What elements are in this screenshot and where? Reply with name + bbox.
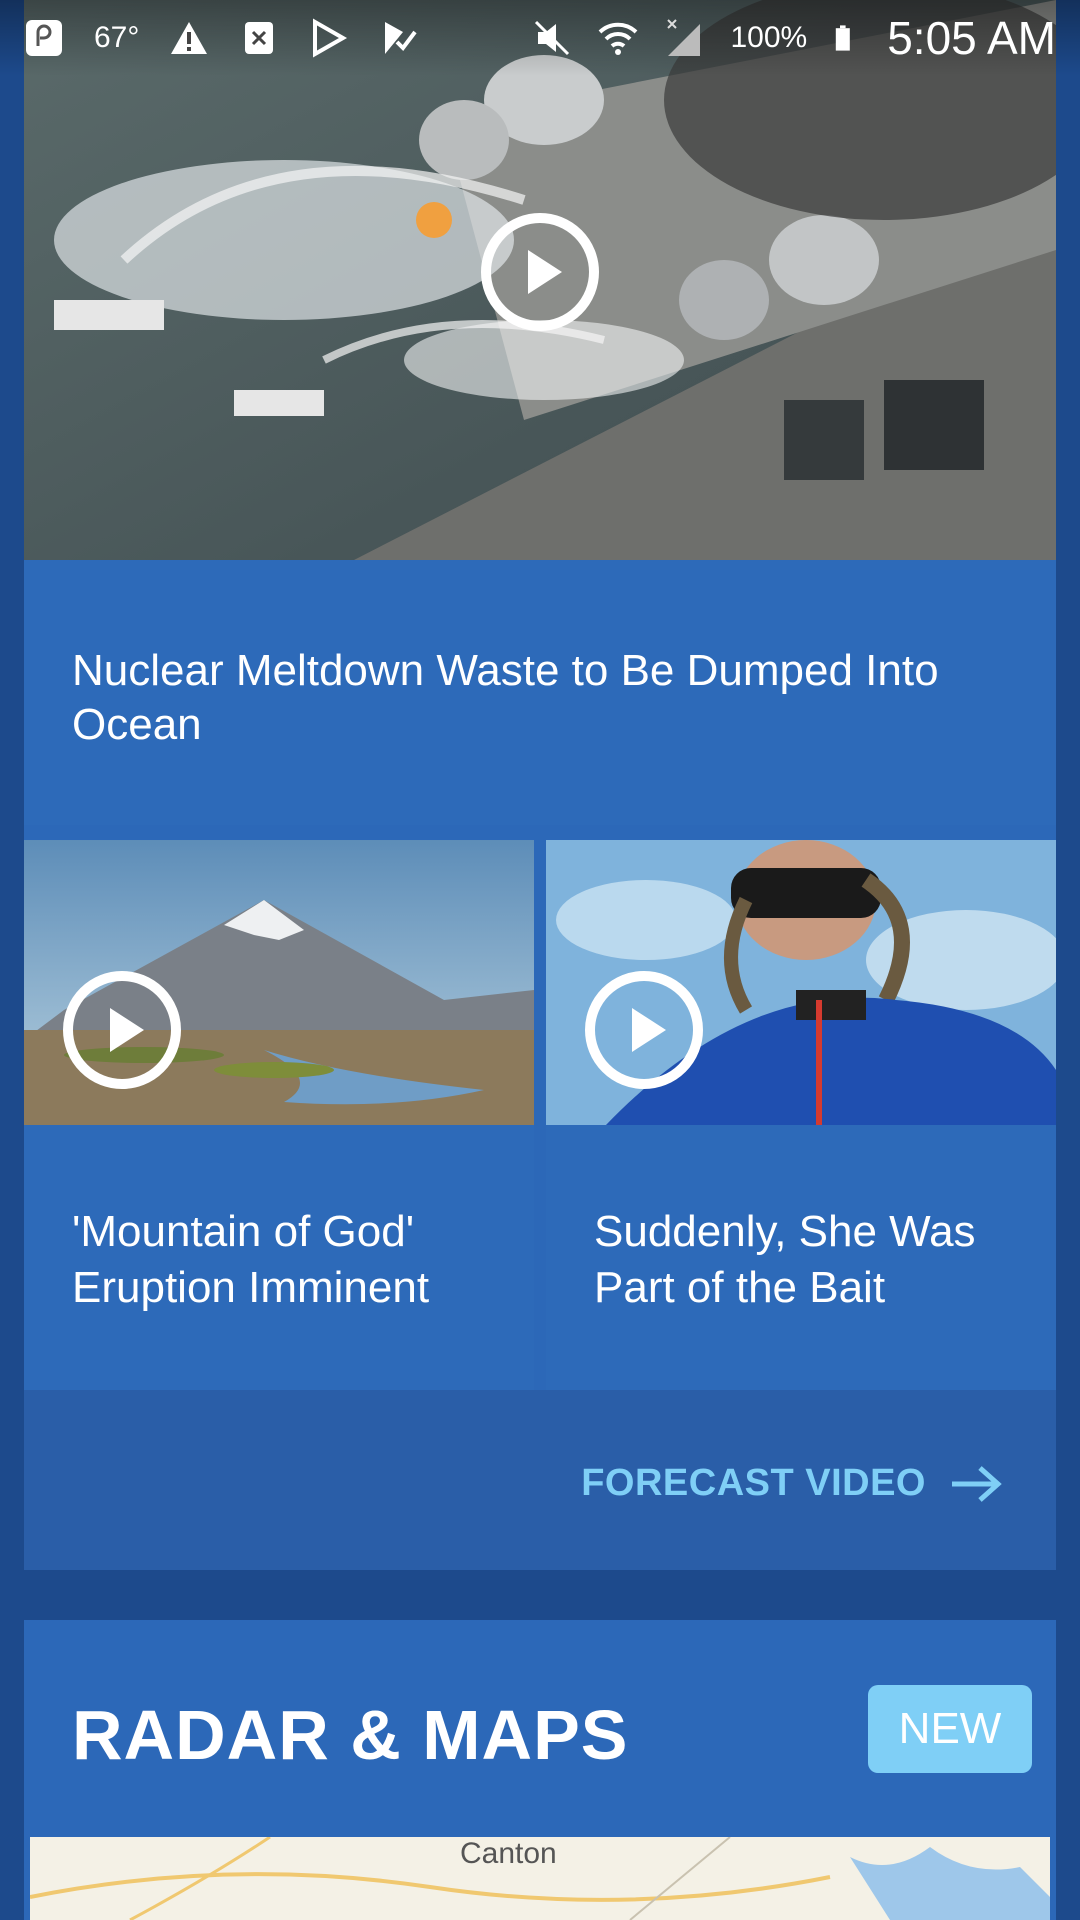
notification-x-icon [245,22,274,54]
temperature-text: 67° [94,21,140,54]
wifi-icon [599,22,638,55]
signal-icon [667,19,701,56]
status-left: 67° [24,18,419,58]
mountain-video-title[interactable]: 'Mountain of God' Eruption Imminent [72,1204,502,1316]
play-store-check-icon [385,22,417,54]
status-right: 100% 5:05 AM [532,11,1056,65]
mute-icon [535,20,570,56]
map-city-label: Canton [460,1837,557,1870]
hero-title-box[interactable]: Nuclear Meltdown Waste to Be Dumped Into… [24,560,1056,825]
bait-video-title[interactable]: Suddenly, She Was Part of the Bait [594,1204,1024,1316]
video-card-mountain[interactable]: 'Mountain of God' Eruption Imminent [24,840,534,1390]
forecast-bar: FORECAST VIDEO [24,1390,1056,1570]
radar-maps-title: RADAR & MAPS [72,1696,629,1774]
forecast-video-label[interactable]: FORECAST VIDEO [581,1462,926,1505]
radar-maps-card[interactable]: RADAR & MAPS NEW Canton [24,1620,1056,1920]
hero-video-title[interactable]: Nuclear Meltdown Waste to Be Dumped Into… [72,644,972,752]
map-preview[interactable]: Canton [30,1837,1050,1920]
clock-time: 5:05 AM [887,12,1056,64]
new-badge: NEW [868,1685,1032,1773]
video-card: Nuclear Meltdown Waste to Be Dumped Into… [24,0,1056,1570]
warning-icon [171,22,208,54]
battery-icon [836,25,851,51]
status-bar: 67° 100% 5:05 AM [0,0,1080,76]
battery-percent: 100% [730,21,808,54]
forecast-video-link[interactable]: FORECAST VIDEO [581,1462,1004,1505]
weather-app-icon [26,20,62,56]
play-store-icon [313,18,348,58]
play-icon[interactable] [582,968,706,1092]
video-card-bait[interactable]: Suddenly, She Was Part of the Bait [546,840,1056,1390]
arrow-right-icon[interactable] [948,1464,1004,1504]
play-icon[interactable] [60,968,184,1092]
play-icon[interactable] [478,210,602,334]
